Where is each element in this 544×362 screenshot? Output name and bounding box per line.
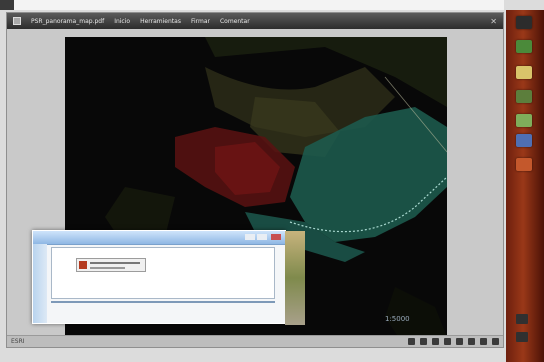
thumbnail-preview-window[interactable] <box>32 230 305 325</box>
taskbar-app-icon-5[interactable] <box>516 134 532 147</box>
prev-page-icon[interactable] <box>420 338 427 345</box>
status-bar: ESRI <box>7 335 503 347</box>
tray-icon-1[interactable] <box>516 314 528 324</box>
menu-item-inicio[interactable]: Inicio <box>114 18 130 25</box>
taskbar-app-icon-4[interactable] <box>516 114 532 127</box>
side-taskbar <box>506 10 544 362</box>
dialog-text-line <box>90 262 140 264</box>
menu-item-comentar[interactable]: Comentar <box>220 18 250 25</box>
zoom-in-icon[interactable] <box>444 338 451 345</box>
taskbar-app-icon-3[interactable] <box>516 90 532 103</box>
fullscreen-icon[interactable] <box>492 338 499 345</box>
last-page-icon[interactable] <box>468 338 475 345</box>
preview-divider <box>51 301 275 303</box>
preview-titlebar <box>33 231 285 245</box>
preview-side-thumbnail <box>285 231 305 325</box>
screen-corner <box>0 0 14 10</box>
map-scale-label: 1:5000 <box>385 315 410 323</box>
close-icon[interactable]: ✕ <box>490 17 497 26</box>
maximize-icon[interactable] <box>257 234 267 240</box>
document-icon <box>13 17 21 25</box>
dialog-text-line <box>90 267 125 269</box>
preview-sidebar <box>33 244 47 323</box>
first-page-icon[interactable] <box>408 338 415 345</box>
menu-bar: PSR_panorama_map.pdf Inicio Herramientas… <box>7 13 503 29</box>
window-title: PSR_panorama_map.pdf <box>31 17 105 25</box>
folder-icon[interactable] <box>516 66 532 79</box>
taskbar-app-icon-6[interactable] <box>516 158 532 171</box>
taskbar-app-icon-1[interactable] <box>516 16 532 29</box>
preview-content <box>51 247 275 299</box>
fit-page-icon[interactable] <box>480 338 487 345</box>
warning-icon <box>79 261 87 269</box>
preview-close-icon[interactable] <box>271 234 281 240</box>
status-text: ESRI <box>11 338 25 345</box>
minimize-icon[interactable] <box>245 234 255 240</box>
menu-item-herramientas[interactable]: Herramientas <box>140 18 181 25</box>
preview-dialog <box>76 258 146 272</box>
menu-item-firmar[interactable]: Firmar <box>191 18 210 25</box>
page-nav-controls <box>408 338 499 345</box>
screen-top-strip <box>14 0 504 10</box>
next-page-icon[interactable] <box>456 338 463 345</box>
zoom-out-icon[interactable] <box>432 338 439 345</box>
tray-icon-2[interactable] <box>516 332 528 342</box>
taskbar-app-icon-2[interactable] <box>516 40 532 53</box>
